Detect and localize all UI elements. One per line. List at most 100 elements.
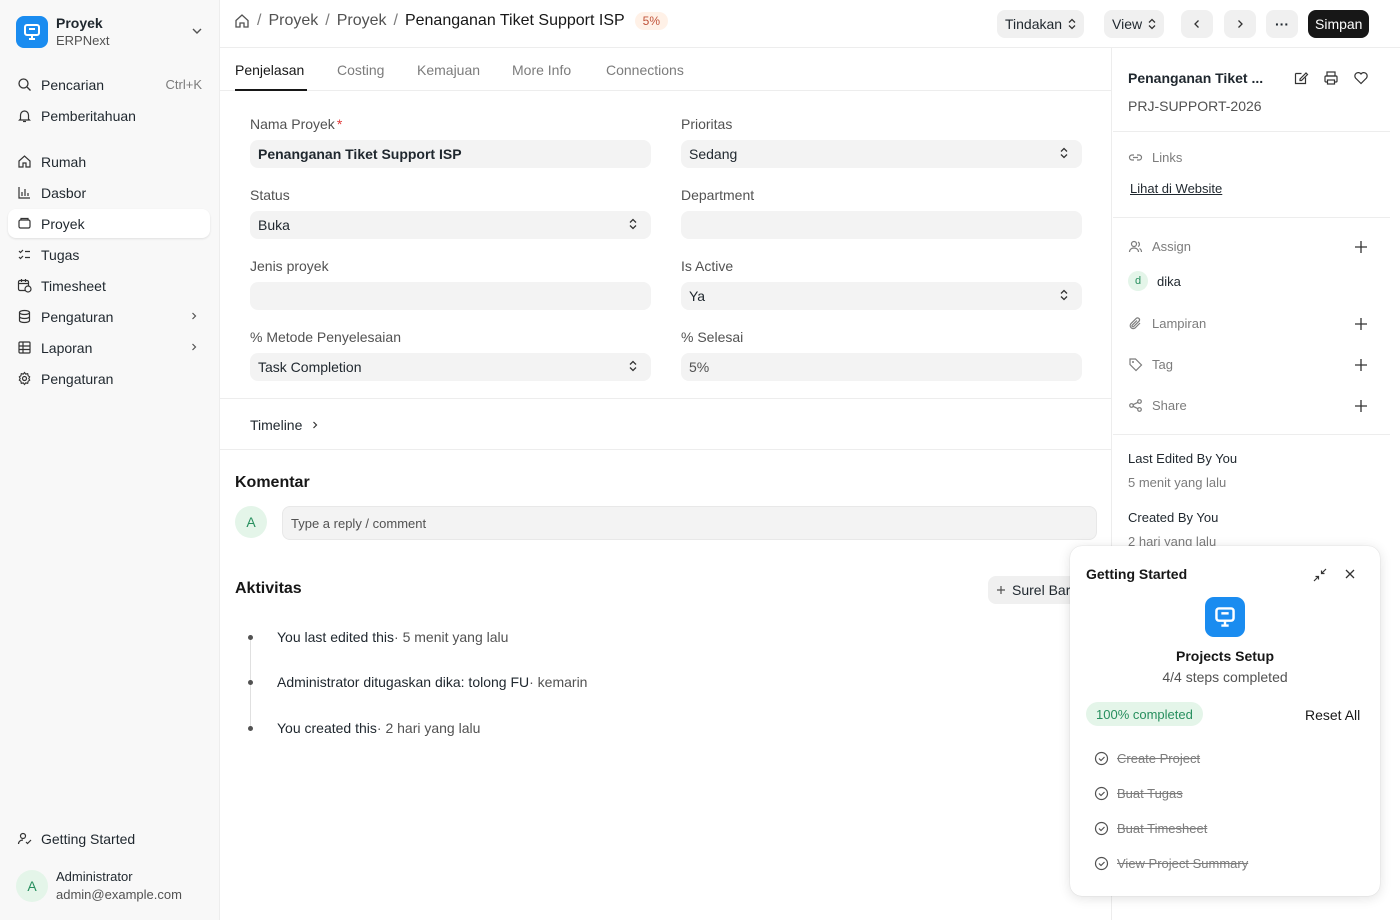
reset-all-button[interactable]: Reset All [1305,707,1360,723]
edit-icon[interactable] [1293,70,1309,86]
attachments-section: Lampiran [1128,316,1206,331]
step-label: Buat Tugas [1117,786,1183,801]
app-switcher[interactable]: Proyek ERPNext [8,8,212,56]
sidebar-item-dasbor[interactable]: Dasbor [8,178,210,207]
tab-more-info[interactable]: More Info [512,62,571,78]
onboarding-step[interactable]: Buat Tugas [1094,786,1183,801]
app-subtitle: ERPNext [56,33,110,48]
user-menu[interactable]: A Administrator admin@example.com [8,860,212,912]
timeline-dot [248,725,253,731]
add-assign-icon[interactable] [1353,239,1369,255]
chevron-right-icon [188,310,200,322]
chart-icon [16,185,32,201]
activity-item: You created this · 2 hari yang lalu [248,720,480,736]
home-icon[interactable] [234,13,250,29]
page-header: / Proyek / Proyek / Penanganan Tiket Sup… [220,0,1400,48]
sort-icon [1060,147,1068,159]
department-field[interactable] [681,211,1082,239]
page-title: Penanganan Tiket Support ISP [404,12,625,29]
view-label: View [1112,16,1143,32]
tags-label: Tag [1152,357,1173,372]
share-label: Share [1152,398,1187,413]
chevron-right-icon [1234,18,1246,30]
sidebar-item-rumah[interactable]: Rumah [8,147,210,176]
tab-connections[interactable]: Connections [606,62,684,78]
more-options-button[interactable]: ··· [1266,10,1298,38]
created-label: Created By You [1128,510,1219,525]
onboarding-step[interactable]: Buat Timesheet [1094,821,1207,836]
next-button[interactable] [1224,10,1256,38]
database-icon [16,309,32,325]
timeline-dot [248,679,253,685]
assign-section: Assign [1128,239,1191,254]
check-circle-icon [1094,821,1109,836]
avatar: d [1128,271,1148,291]
department-label: Department [681,187,755,203]
percent-complete-label: % Selesai [681,329,744,345]
sidebar-item-timesheet[interactable]: Timesheet [8,271,210,300]
sidebar-item-laporan[interactable]: Laporan [8,333,210,362]
assignee-chip[interactable]: d dika [1128,271,1181,291]
timeline-section-toggle[interactable]: Timeline [250,417,320,433]
breadcrumb-proyek-list[interactable]: Proyek [337,12,387,30]
is-active-value: Ya [689,288,706,304]
bell-icon [16,108,32,124]
project-type-field[interactable] [250,282,651,310]
sidebar-item-proyek[interactable]: Proyek [8,209,210,238]
comments-heading: Komentar [235,474,310,491]
sidebar-item-label: Pengaturan [41,308,114,325]
tab-costing[interactable]: Costing [337,62,384,78]
add-share-icon[interactable] [1353,398,1369,414]
save-button[interactable]: Simpan [1308,10,1370,38]
sidebar-item-label: Laporan [41,339,93,356]
status-select[interactable]: Buka [250,211,651,239]
user-email: admin@example.com [56,887,182,902]
divider [220,398,1112,399]
status-value: Buka [258,217,290,233]
add-attachment-icon[interactable] [1353,316,1369,332]
new-email-label: Surel Baru [1012,582,1079,598]
getting-started-label: Getting Started [41,830,136,847]
view-button[interactable]: View [1104,10,1165,38]
avatar: A [235,506,267,538]
print-icon[interactable] [1323,70,1339,86]
minimize-icon[interactable] [1313,568,1327,582]
close-icon[interactable] [1344,568,1356,580]
onboarding-step[interactable]: Create Project [1094,751,1200,766]
search-button[interactable]: Pencarian Ctrl+K [8,70,210,99]
sidebar-item-label: Timesheet [41,277,106,294]
tab-penjelasan[interactable]: Penjelasan [235,62,304,78]
sidebar-item-tugas[interactable]: Tugas [8,240,210,269]
is-active-select[interactable]: Ya [681,282,1082,310]
tab-kemajuan[interactable]: Kemajuan [417,62,480,78]
links-section: Links [1128,150,1182,165]
sidebar-item-pengaturan[interactable]: Pengaturan [8,364,210,393]
step-label: View Project Summary [1117,856,1249,871]
percent-complete-field: 5% [681,353,1082,381]
app-name: Proyek [56,15,103,31]
step-label: Create Project [1117,751,1201,766]
completion-method-select[interactable]: Task Completion [250,353,651,381]
view-website-link[interactable]: Lihat di Website [1130,181,1222,196]
actions-button[interactable]: Tindakan [997,10,1085,38]
chevron-right-icon [310,420,320,430]
priority-select[interactable]: Sedang [681,140,1082,168]
getting-started-button[interactable]: Getting Started [8,824,210,853]
assign-label: Assign [1152,239,1192,254]
previous-button[interactable] [1181,10,1213,38]
search-label: Pencarian [41,76,105,93]
completion-method-label: % Metode Penyelesaian [250,329,401,345]
comment-input[interactable]: Type a reply / comment [282,506,1097,540]
project-type-label: Jenis proyek [250,258,329,274]
sort-icon [1060,289,1068,301]
sidebar-item-pengaturan-group[interactable]: Pengaturan [8,302,210,331]
project-name-field[interactable]: Penanganan Tiket Support ISP [250,140,651,168]
divider [1113,217,1390,218]
heart-icon[interactable] [1353,70,1369,86]
tags-section: Tag [1128,357,1173,372]
sidebar-item-label: Pengaturan [41,370,114,387]
add-tag-icon[interactable] [1353,357,1369,373]
notifications-button[interactable]: Pemberitahuan [8,101,210,130]
onboarding-step[interactable]: View Project Summary [1094,856,1248,871]
breadcrumb-proyek-module[interactable]: Proyek [268,12,318,30]
